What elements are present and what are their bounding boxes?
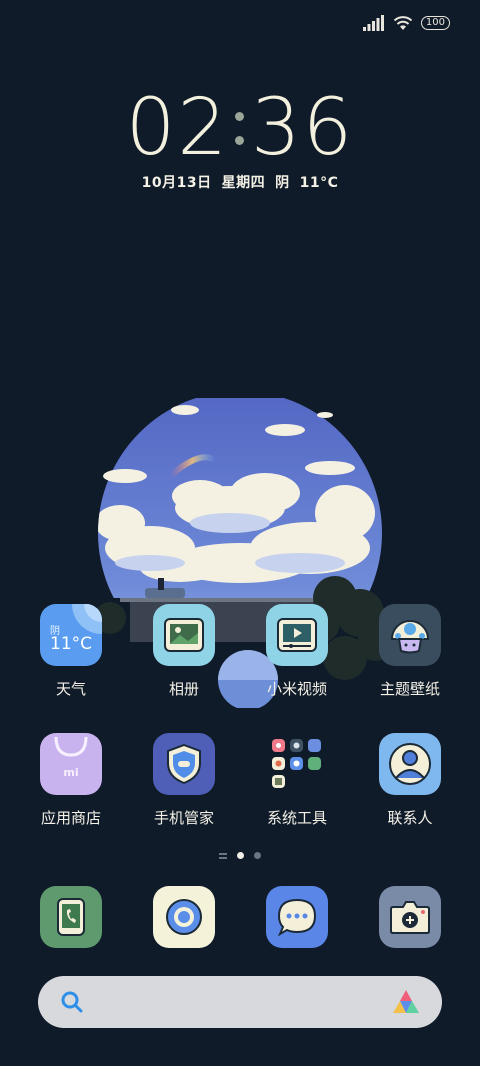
- app-security[interactable]: 手机管家: [129, 733, 239, 828]
- dock-camera[interactable]: [355, 886, 465, 948]
- app-folder-tools[interactable]: 系统工具: [242, 733, 352, 828]
- app-label: 联系人: [387, 809, 433, 827]
- page-indicator-overview[interactable]: [219, 852, 227, 859]
- app-video[interactable]: 小米视频: [242, 604, 352, 699]
- page-indicator[interactable]: [0, 852, 480, 859]
- app-label: 主题壁纸: [379, 680, 440, 698]
- page-dot-active[interactable]: [237, 852, 244, 859]
- status-bar: 100: [362, 12, 450, 34]
- app-store-badge: mi: [63, 766, 79, 779]
- dock-messages[interactable]: [242, 886, 352, 948]
- app-label: 系统工具: [266, 809, 327, 827]
- assistant-icon[interactable]: [392, 989, 420, 1015]
- contacts-icon: [379, 733, 441, 795]
- weather-text: 阴: [275, 175, 290, 191]
- app-themes[interactable]: 主题壁纸: [355, 604, 465, 699]
- dock-phone[interactable]: [16, 886, 126, 948]
- temperature-text: 11°C: [299, 175, 339, 191]
- camera-icon: [379, 886, 441, 948]
- date-text: 10月13日: [141, 175, 212, 191]
- date-weather-line[interactable]: 10月13日 星期四阴 11°C: [0, 172, 480, 192]
- messages-icon: [266, 886, 328, 948]
- video-icon: [266, 604, 328, 666]
- app-label: 小米视频: [266, 680, 327, 698]
- clock-widget[interactable]: 02 36: [0, 84, 480, 172]
- gallery-icon: [153, 604, 215, 666]
- page-dot[interactable]: [254, 852, 261, 859]
- dock-browser[interactable]: [129, 886, 239, 948]
- signal-icon: [362, 15, 384, 31]
- wifi-icon: [393, 16, 413, 30]
- app-gallery[interactable]: 相册: [129, 604, 239, 699]
- app-contacts[interactable]: 联系人: [355, 733, 465, 828]
- browser-icon: [153, 886, 215, 948]
- battery-indicator: 100: [420, 16, 450, 30]
- clock-minutes: 36: [251, 83, 355, 173]
- app-label: 手机管家: [153, 809, 214, 827]
- search-bar[interactable]: [38, 976, 442, 1028]
- app-store-icon: mi: [40, 733, 102, 795]
- app-label: 相册: [168, 680, 199, 698]
- security-icon: [153, 733, 215, 795]
- weather-icon: 阴 11°C: [40, 604, 102, 666]
- app-label: 应用商店: [40, 809, 101, 827]
- clock-colon: [229, 84, 251, 172]
- app-weather[interactable]: 阴 11°C 天气: [16, 604, 126, 699]
- app-store[interactable]: mi 应用商店: [16, 733, 126, 828]
- folder-icon: [266, 733, 328, 795]
- app-label: 天气: [55, 680, 86, 698]
- search-icon[interactable]: [60, 990, 84, 1014]
- phone-icon: [40, 886, 102, 948]
- weekday-text: 星期四: [221, 175, 266, 191]
- weather-widget-temp: 11°C: [50, 634, 93, 654]
- themes-icon: [379, 604, 441, 666]
- clock-hours: 02: [125, 83, 229, 173]
